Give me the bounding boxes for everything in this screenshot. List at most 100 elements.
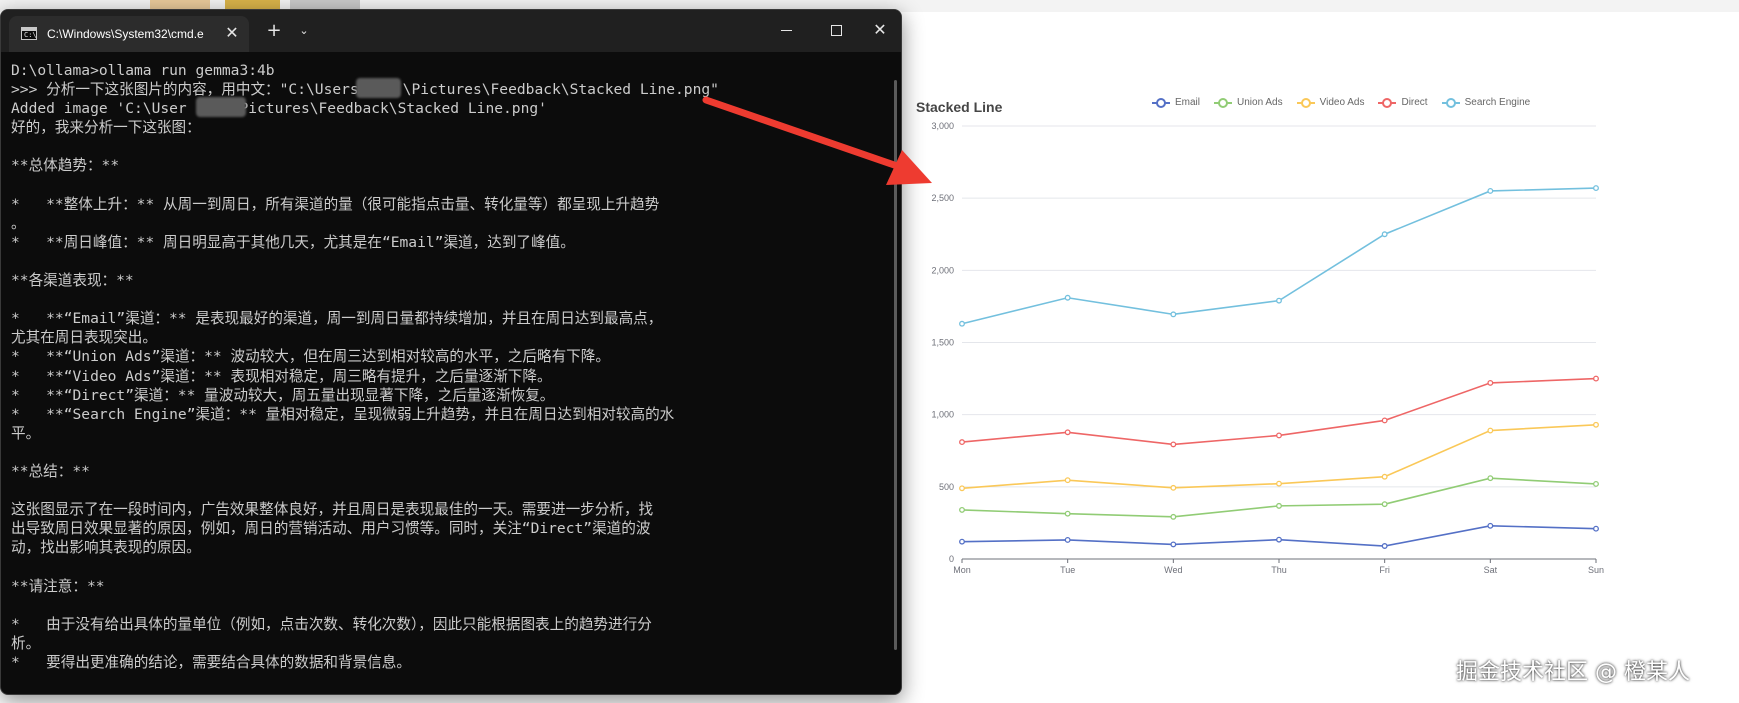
maximize-button[interactable] bbox=[813, 10, 859, 52]
redaction-mask bbox=[356, 78, 401, 98]
data-point bbox=[1170, 541, 1177, 548]
console-line: 出导致周日效果显著的原因，例如，周日的营销活动、用户习惯等。同时，关注“Dire… bbox=[11, 520, 651, 538]
data-point bbox=[1064, 536, 1071, 543]
close-tab-icon[interactable]: ✕ bbox=[223, 24, 241, 42]
legend-swatch-icon bbox=[1152, 97, 1170, 108]
legend-swatch-icon bbox=[1441, 97, 1460, 108]
legend-label: Union Ads bbox=[1237, 97, 1283, 108]
x-tick-label: Thu bbox=[1271, 565, 1287, 575]
minimize-button[interactable] bbox=[763, 10, 809, 52]
console-line: * **“Union Ads”渠道：** 波动较大，但在周三达到相对较高的水平，… bbox=[11, 348, 610, 366]
data-point bbox=[1593, 525, 1599, 532]
console-line: * **“Direct”渠道：** 量波动较大，周五量出现显著下降，之后量逐渐恢… bbox=[11, 386, 555, 404]
data-point bbox=[1487, 522, 1494, 529]
data-point bbox=[1381, 543, 1388, 549]
data-point bbox=[1276, 536, 1282, 543]
data-point bbox=[1064, 429, 1071, 436]
data-point bbox=[1276, 480, 1282, 487]
maximize-icon bbox=[830, 24, 842, 36]
data-point bbox=[1487, 475, 1494, 482]
data-point bbox=[1593, 375, 1599, 382]
console-line: * **整体上升：** 从周一到周日，所有渠道的量（很可能指点击量、转化量等）都… bbox=[11, 195, 660, 213]
x-tick-label: Mon bbox=[953, 565, 971, 575]
data-point bbox=[1593, 185, 1599, 192]
line-chart: 05001,0001,5002,0002,5003,000Mon Tue Wed Th… bbox=[931, 121, 1604, 575]
data-point bbox=[959, 320, 965, 327]
data-point bbox=[1487, 427, 1494, 434]
data-point bbox=[1381, 231, 1388, 238]
console-line: **请注意：** bbox=[11, 577, 105, 595]
console-line: 。 bbox=[11, 214, 26, 232]
data-point bbox=[1276, 297, 1282, 304]
data-point bbox=[1170, 441, 1177, 448]
data-point bbox=[1064, 510, 1071, 517]
console-line: **各渠道表现：** bbox=[11, 272, 134, 290]
cmd-icon-text: C:\ bbox=[24, 31, 37, 39]
x-tick-label: Wed bbox=[1164, 565, 1182, 575]
data-point bbox=[1276, 432, 1282, 439]
legend-item[interactable]: Video Ads bbox=[1296, 97, 1365, 108]
y-tick-label: 1,000 bbox=[931, 410, 954, 420]
console-line: 尤其在周日表现突出。 bbox=[11, 329, 157, 347]
close-window-button[interactable]: ✕ bbox=[857, 10, 901, 52]
chart-legend: Email Union Ads Video Ads Direct Search Engi… bbox=[1152, 97, 1530, 108]
console-line: 析。 bbox=[11, 634, 41, 652]
title-bar[interactable]: C:\ C:\Windows\System32\cmd.e ✕ + ⌄ ✕ bbox=[1, 10, 901, 52]
series-line bbox=[961, 525, 1597, 547]
data-point bbox=[1381, 417, 1388, 424]
red-arrow-annotation bbox=[702, 96, 932, 185]
redaction-mask bbox=[196, 97, 246, 117]
data-point bbox=[959, 485, 965, 492]
legend-item[interactable]: Email bbox=[1152, 97, 1200, 108]
data-point bbox=[959, 506, 965, 513]
legend-item[interactable]: Search Engine bbox=[1441, 97, 1531, 108]
x-tick-label: Sun bbox=[1588, 565, 1604, 575]
console-line: 平。 bbox=[11, 424, 41, 442]
y-tick-label: 0 bbox=[949, 554, 954, 564]
data-point bbox=[1593, 421, 1599, 428]
data-point bbox=[1593, 480, 1599, 487]
terminal-tab[interactable]: C:\ C:\Windows\System32\cmd.e ✕ bbox=[9, 16, 249, 52]
console-line: * **“Search Engine”渠道：** 量相对稳定，呈现微弱上升趋势，… bbox=[11, 405, 675, 423]
tab-dropdown-button[interactable]: ⌄ bbox=[293, 18, 315, 44]
data-point bbox=[1487, 187, 1494, 194]
data-point bbox=[1381, 473, 1388, 480]
y-tick-label: 500 bbox=[939, 482, 954, 492]
new-tab-button[interactable]: + bbox=[261, 18, 287, 44]
legend-label: Direct bbox=[1401, 97, 1428, 108]
data-point bbox=[1487, 379, 1494, 386]
legend-label: Email bbox=[1175, 97, 1201, 108]
data-point bbox=[1064, 477, 1071, 484]
legend-label: Search Engine bbox=[1464, 97, 1531, 108]
console-line: * **周日峰值：** 周日明显高于其他几天，尤其是在“Email”渠道，达到了… bbox=[11, 233, 575, 251]
minimize-icon bbox=[780, 29, 792, 31]
tab-title: C:\Windows\System32\cmd.e bbox=[47, 27, 204, 41]
data-point bbox=[1064, 294, 1071, 301]
y-tick-label: 1,500 bbox=[931, 338, 954, 348]
console-line: **总结：** bbox=[11, 462, 90, 480]
legend-swatch-icon bbox=[1296, 97, 1315, 108]
data-point bbox=[1381, 501, 1388, 508]
legend-item[interactable]: Direct bbox=[1378, 97, 1428, 108]
legend-label: Video Ads bbox=[1319, 97, 1365, 108]
x-tick-label: Tue bbox=[1060, 565, 1075, 575]
console-line: 这张图显示了在一段时间内，广告效果整体良好，并且周日是表现最佳的一天。需要进一步… bbox=[11, 501, 654, 519]
console-line: * 要得出更准确的结论，需要结合具体的数据和背景信息。 bbox=[11, 653, 411, 671]
console-line: D:\ollama>ollama run gemma3:4b bbox=[11, 62, 275, 79]
chart-panel: 0 500 1,000 1,500 2,000 2,500 3,000 Mon Tue Wed Th… bbox=[902, 70, 1739, 670]
watermark: 掘金技术社区 @ 橙某人 bbox=[1456, 660, 1690, 685]
legend-item[interactable]: Union Ads bbox=[1214, 97, 1283, 108]
data-point bbox=[1170, 484, 1177, 491]
data-point bbox=[959, 439, 965, 446]
data-point bbox=[1170, 513, 1177, 520]
data-point bbox=[1276, 502, 1282, 509]
cmd-icon: C:\ bbox=[21, 27, 37, 40]
legend-swatch-icon bbox=[1214, 97, 1233, 108]
y-tick-label: 2,000 bbox=[931, 265, 954, 275]
x-tick-label: Fri bbox=[1379, 565, 1390, 575]
